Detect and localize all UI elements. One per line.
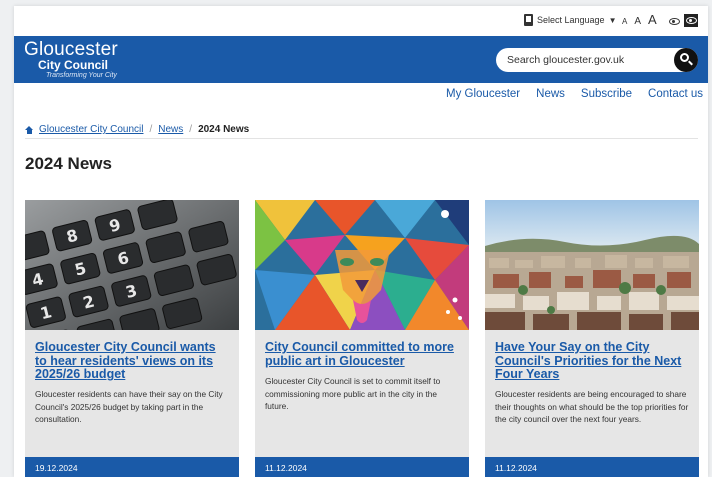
news-card[interactable]: 8 9 4 5 6 1 2 3 Gloucester City Council …: [25, 200, 239, 477]
city-aerial-image[interactable]: [485, 200, 699, 330]
eye-icon: [685, 17, 697, 24]
divider: [25, 138, 698, 139]
translate-icon: [524, 14, 533, 26]
logo-subtitle: City Council: [38, 58, 109, 72]
news-card-date: 11.12.2024: [255, 457, 469, 477]
language-label: Select Language: [537, 15, 605, 25]
council-logo[interactable]: Gloucester City Council Transforming You…: [24, 40, 118, 80]
news-card-title-link[interactable]: City Council committed to more public ar…: [265, 340, 459, 368]
breadcrumb: Gloucester City Council / News / 2024 Ne…: [25, 124, 249, 135]
breadcrumb-separator: /: [149, 124, 153, 135]
logo-tagline: Transforming Your City: [46, 72, 117, 79]
calculator-keys-image[interactable]: 8 9 4 5 6 1 2 3: [25, 200, 239, 330]
news-card-title-link[interactable]: Gloucester City Council wants to hear re…: [35, 340, 229, 382]
news-card-description: Gloucester residents can have their say …: [35, 389, 223, 424]
text-size-large-button[interactable]: A: [648, 12, 657, 27]
news-card-description: Gloucester residents are being encourage…: [495, 389, 689, 424]
news-card-date: 19.12.2024: [25, 457, 239, 477]
language-selector[interactable]: Select Language ▼: [524, 14, 616, 26]
text-size-controls: A A A: [622, 12, 657, 27]
news-card-date: 11.12.2024: [485, 457, 699, 477]
nav-item-my-gloucester[interactable]: My Gloucester: [446, 88, 520, 100]
nav-item-contact-us[interactable]: Contact us: [648, 88, 703, 100]
breadcrumb-news-link[interactable]: News: [158, 124, 183, 135]
search-box: Search gloucester.gov.uk: [496, 48, 698, 72]
page: Select Language ▼ A A A Gloucester City …: [14, 6, 708, 477]
breadcrumb-current: 2024 News: [198, 124, 250, 135]
news-card-title-link[interactable]: Have Your Say on the City Council's Prio…: [495, 340, 689, 382]
news-card-description: Gloucester City Council is set to commit…: [265, 376, 441, 411]
breadcrumb-home-link[interactable]: Gloucester City Council: [39, 124, 143, 135]
site-header: Gloucester City Council Transforming You…: [14, 36, 708, 83]
text-size-medium-button[interactable]: A: [634, 16, 641, 27]
contrast-normal-icon[interactable]: [669, 18, 680, 25]
news-card[interactable]: City Council committed to more public ar…: [255, 200, 469, 477]
text-size-small-button[interactable]: A: [622, 17, 627, 26]
search-button[interactable]: [674, 48, 698, 72]
breadcrumb-separator: /: [189, 124, 193, 135]
news-card[interactable]: Have Your Say on the City Council's Prio…: [485, 200, 699, 477]
nav-item-subscribe[interactable]: Subscribe: [581, 88, 632, 100]
logo-wordmark: Gloucester: [24, 39, 118, 60]
lion-mural-image[interactable]: [255, 200, 469, 330]
utility-bar: Select Language ▼ A A A: [14, 6, 708, 36]
home-icon: [25, 125, 33, 134]
high-contrast-button[interactable]: [684, 14, 698, 27]
nav-item-news[interactable]: News: [536, 88, 565, 100]
search-input[interactable]: Search gloucester.gov.uk: [507, 54, 624, 66]
secondary-nav: My Gloucester News Subscribe Contact us: [446, 88, 703, 100]
page-title: 2024 News: [25, 154, 112, 173]
caret-down-icon: ▼: [608, 15, 617, 25]
